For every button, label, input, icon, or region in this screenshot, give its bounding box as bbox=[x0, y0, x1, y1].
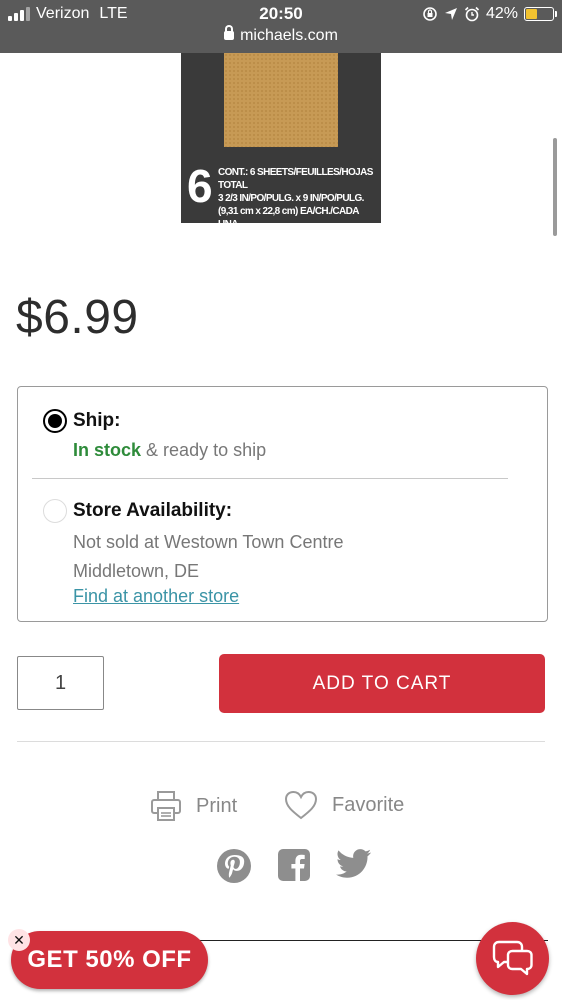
section-divider bbox=[17, 741, 545, 742]
package-count: 6 bbox=[187, 160, 213, 212]
pinterest-icon[interactable] bbox=[216, 848, 252, 884]
close-icon[interactable]: ✕ bbox=[8, 929, 30, 951]
address-bar[interactable]: michaels.com bbox=[0, 25, 562, 45]
rotation-lock-icon bbox=[423, 7, 437, 21]
location-icon bbox=[444, 8, 457, 20]
print-button[interactable]: Print bbox=[150, 790, 237, 822]
printer-icon bbox=[151, 791, 181, 821]
status-right: 42% bbox=[422, 5, 557, 23]
store-availability-label[interactable]: Store Availability: bbox=[73, 500, 232, 522]
ship-radio[interactable] bbox=[43, 409, 67, 433]
heart-icon bbox=[284, 790, 318, 820]
stock-status: In stock bbox=[73, 440, 142, 460]
fulfillment-options: Ship: In stock & ready to ship Store Ava… bbox=[17, 386, 548, 622]
facebook-icon[interactable] bbox=[277, 848, 311, 882]
status-bar: Verizon LTE 20:50 michaels.com 42% bbox=[0, 0, 562, 53]
ship-status: In stock & ready to ship bbox=[73, 440, 266, 461]
options-divider bbox=[32, 478, 508, 479]
product-price: $6.99 bbox=[16, 291, 139, 344]
url-text: michaels.com bbox=[240, 27, 338, 44]
promo-button[interactable]: GET 50% OFF bbox=[11, 931, 208, 989]
battery-percent: 42% bbox=[485, 5, 518, 22]
chat-bubbles-icon bbox=[492, 940, 533, 975]
chat-button[interactable] bbox=[476, 922, 549, 995]
package-text-line: CONT.: 6 SHEETS/FEUILLES/HOJAS TOTAL bbox=[218, 167, 373, 191]
package-text-line: 3 2/3 IN/PO/PULG. x 9 IN/PO/PULG. bbox=[218, 193, 364, 204]
product-image[interactable]: 6 CONT.: 6 SHEETS/FEUILLES/HOJAS TOTAL 3… bbox=[181, 53, 381, 230]
find-another-store-link[interactable]: Find at another store bbox=[73, 586, 239, 607]
battery-icon bbox=[524, 7, 557, 21]
store-radio[interactable] bbox=[43, 499, 67, 523]
favorite-label: Favorite bbox=[332, 793, 405, 816]
sandpaper-sheet bbox=[224, 53, 338, 147]
package-text-line: (9,31 cm x 22,8 cm) EA/CH./CADA UNA bbox=[218, 206, 359, 230]
store-location: Middletown, DE bbox=[73, 561, 200, 581]
ship-label[interactable]: Ship: bbox=[73, 410, 121, 432]
battery-level bbox=[526, 9, 537, 19]
add-to-cart-button[interactable]: ADD TO CART bbox=[219, 654, 545, 713]
favorite-button[interactable]: Favorite bbox=[284, 790, 404, 820]
store-availability-text: Not sold at Westown Town Centre bbox=[73, 532, 344, 552]
twitter-icon[interactable] bbox=[336, 848, 372, 880]
lock-icon bbox=[224, 25, 235, 40]
alarm-icon bbox=[464, 6, 480, 22]
package-text: CONT.: 6 SHEETS/FEUILLES/HOJAS TOTAL 3 2… bbox=[218, 166, 380, 231]
ship-status-suffix: & ready to ship bbox=[146, 440, 267, 460]
quantity-input[interactable]: 1 bbox=[17, 656, 104, 710]
page-scrollbar[interactable] bbox=[553, 138, 557, 236]
print-label: Print bbox=[196, 794, 238, 817]
